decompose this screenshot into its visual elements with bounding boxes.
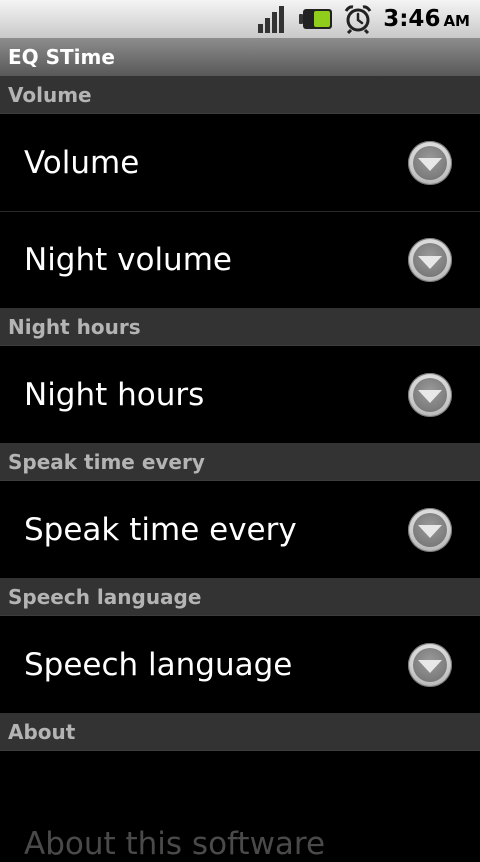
section-header-label: Night hours xyxy=(8,314,141,339)
dropdown-arrow-icon xyxy=(408,372,452,417)
status-bar: 3:46 AM xyxy=(0,0,480,38)
preference-list[interactable]: Volume Volume Night volume Night hours N… xyxy=(0,76,480,862)
status-clock: 3:46 AM xyxy=(383,6,470,32)
pref-item-night-hours[interactable]: Night hours xyxy=(0,346,480,443)
section-header-label: Speak time every xyxy=(8,449,205,474)
status-ampm: AM xyxy=(443,12,470,30)
section-header-label: Volume xyxy=(8,82,92,107)
dropdown-arrow-icon xyxy=(408,642,452,687)
dropdown-arrow-icon xyxy=(408,238,452,282)
dropdown-arrow-icon xyxy=(408,140,452,185)
dropdown-arrow-icon xyxy=(408,507,452,552)
pref-item-speech-language[interactable]: Speech language xyxy=(0,616,480,713)
pref-label: Night hours xyxy=(24,376,205,413)
pref-label: About this software xyxy=(24,825,326,862)
battery-icon xyxy=(299,8,333,30)
status-time: 3:46 xyxy=(383,6,441,32)
section-header-label: Speech language xyxy=(8,584,202,609)
pref-label: Speech language xyxy=(24,646,293,683)
section-header-volume: Volume xyxy=(0,76,480,114)
section-header-speak-time: Speak time every xyxy=(0,443,480,481)
pref-item-speak-time-every[interactable]: Speak time every xyxy=(0,481,480,578)
section-header-about: About xyxy=(0,713,480,751)
pref-item-volume[interactable]: Volume xyxy=(0,114,480,211)
section-header-label: About xyxy=(8,719,76,744)
section-header-speech-language: Speech language xyxy=(0,578,480,616)
app-title: EQ STime xyxy=(8,45,115,69)
pref-item-night-volume[interactable]: Night volume xyxy=(0,211,480,308)
section-header-night-hours: Night hours xyxy=(0,308,480,346)
pref-label: Speak time every xyxy=(24,511,297,548)
alarm-clock-icon xyxy=(343,4,373,34)
pref-label: Volume xyxy=(24,144,140,181)
app-title-bar: EQ STime xyxy=(0,38,480,76)
pref-label: Night volume xyxy=(24,242,232,278)
signal-icon xyxy=(257,4,289,34)
